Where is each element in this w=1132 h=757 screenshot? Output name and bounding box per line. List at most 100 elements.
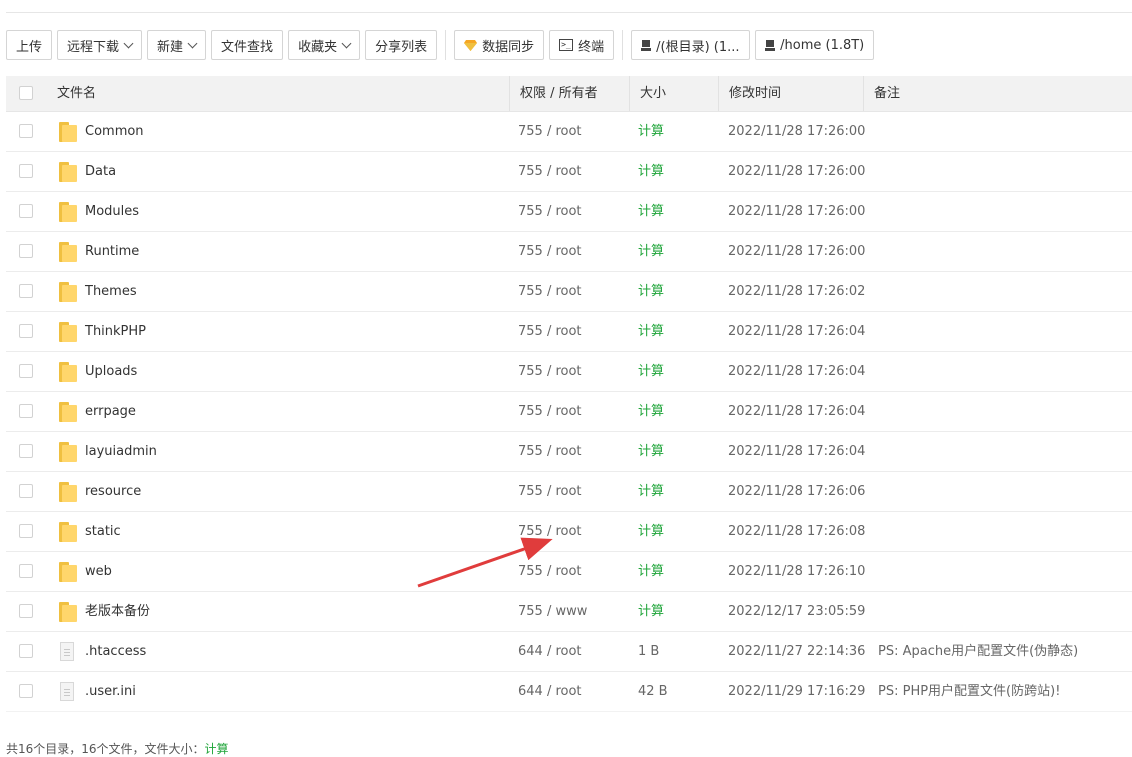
table-row[interactable]: ThinkPHP 755 / root 计算 2022/11/28 17:26:04	[6, 312, 1132, 352]
row-name[interactable]: static	[85, 512, 121, 551]
row-permission[interactable]: 755 / root	[518, 192, 582, 231]
row-permission[interactable]: 755 / root	[518, 432, 582, 471]
share-list-button[interactable]: 分享列表	[365, 30, 438, 60]
row-checkbox[interactable]	[19, 124, 33, 138]
table-row[interactable]: .htaccess 644 / root 1 B 2022/11/27 22:14:3…	[6, 632, 1132, 672]
row-name[interactable]: resource	[85, 472, 141, 511]
row-mtime: 2022/11/28 17:26:06	[728, 484, 866, 499]
table-row[interactable]: layuiadmin 755 / root 计算 2022/11/28 17:26:0…	[6, 432, 1132, 472]
table-row[interactable]: Themes 755 / root 计算 2022/11/28 17:26:02	[6, 272, 1132, 312]
row-permission[interactable]: 755 / root	[518, 472, 582, 511]
row-checkbox[interactable]	[19, 284, 33, 298]
table-row[interactable]: Runtime 755 / root 计算 2022/11/28 17:26:00	[6, 232, 1132, 272]
header-note: 备注	[863, 76, 900, 111]
table-row[interactable]: Data 755 / root 计算 2022/11/28 17:26:00	[6, 152, 1132, 192]
row-name[interactable]: Themes	[85, 272, 137, 311]
row-checkbox[interactable]	[19, 444, 33, 458]
row-checkbox[interactable]	[19, 684, 33, 698]
table-row[interactable]: 老版本备份 755 / www 计算 2022/12/17 23:05:59	[6, 592, 1132, 632]
row-permission[interactable]: 755 / root	[518, 112, 582, 151]
table-row[interactable]: static 755 / root 计算 2022/11/28 17:26:08	[6, 512, 1132, 552]
row-checkbox[interactable]	[19, 164, 33, 178]
row-name[interactable]: Modules	[85, 192, 139, 231]
row-size[interactable]: 计算	[638, 232, 664, 271]
row-size[interactable]: 计算	[638, 272, 664, 311]
row-permission[interactable]: 755 / root	[518, 352, 582, 391]
row-checkbox[interactable]	[19, 564, 33, 578]
row-name[interactable]: .htaccess	[85, 632, 146, 671]
row-permission[interactable]: 755 / root	[518, 272, 582, 311]
row-checkbox[interactable]	[19, 204, 33, 218]
folder-icon	[59, 402, 77, 422]
row-checkbox[interactable]	[19, 404, 33, 418]
header-permission[interactable]: 权限 / 所有者	[509, 76, 598, 111]
select-all-checkbox[interactable]	[19, 86, 33, 100]
top-divider	[6, 12, 1132, 13]
header-mtime[interactable]: 修改时间	[718, 76, 781, 111]
table-row[interactable]: resource 755 / root 计算 2022/11/28 17:26:06	[6, 472, 1132, 512]
row-size[interactable]: 计算	[638, 552, 664, 591]
table-row[interactable]: Modules 755 / root 计算 2022/11/28 17:26:00	[6, 192, 1132, 232]
row-checkbox[interactable]	[19, 604, 33, 618]
header-size[interactable]: 大小	[629, 76, 666, 111]
folder-icon	[59, 122, 77, 142]
disk-home-button[interactable]: /home (1.8T)	[755, 30, 875, 60]
row-permission[interactable]: 755 / root	[518, 312, 582, 351]
table-row[interactable]: Common 755 / root 计算 2022/11/28 17:26:00	[6, 112, 1132, 152]
row-permission[interactable]: 644 / root	[518, 632, 582, 671]
row-name[interactable]: layuiadmin	[85, 432, 157, 471]
row-name[interactable]: Uploads	[85, 352, 137, 391]
row-checkbox[interactable]	[19, 484, 33, 498]
row-permission[interactable]: 755 / root	[518, 152, 582, 191]
row-size[interactable]: 计算	[638, 352, 664, 391]
data-sync-button[interactable]: 数据同步	[454, 30, 545, 60]
row-size[interactable]: 计算	[638, 512, 664, 551]
row-checkbox[interactable]	[19, 244, 33, 258]
row-name[interactable]: errpage	[85, 392, 136, 431]
row-checkbox[interactable]	[19, 364, 33, 378]
upload-button[interactable]: 上传	[6, 30, 53, 60]
row-name[interactable]: ThinkPHP	[85, 312, 146, 351]
row-size[interactable]: 计算	[638, 472, 664, 511]
row-name[interactable]: Runtime	[85, 232, 139, 271]
header-filename[interactable]: 文件名	[57, 76, 96, 111]
chevron-down-icon	[123, 38, 134, 48]
remote-download-button[interactable]: 远程下载	[57, 30, 143, 60]
row-name[interactable]: Data	[85, 152, 116, 191]
row-permission[interactable]: 755 / root	[518, 552, 582, 591]
row-mtime: 2022/11/28 17:26:04	[728, 404, 866, 419]
footer-summary: 共16个目录，16个文件，文件大小：计算	[6, 742, 229, 756]
row-permission[interactable]: 755 / root	[518, 512, 582, 551]
folder-icon	[59, 162, 77, 182]
row-size[interactable]: 计算	[638, 432, 664, 471]
row-checkbox[interactable]	[19, 524, 33, 538]
row-size[interactable]: 计算	[638, 192, 664, 231]
row-name[interactable]: Common	[85, 112, 144, 151]
row-note[interactable]: PS: Apache用户配置文件(伪静态)	[878, 632, 1078, 671]
disk-icon	[641, 39, 652, 51]
row-permission[interactable]: 755 / root	[518, 232, 582, 271]
row-size[interactable]: 计算	[638, 152, 664, 191]
row-size[interactable]: 计算	[638, 112, 664, 151]
row-name[interactable]: web	[85, 552, 112, 591]
table-row[interactable]: web 755 / root 计算 2022/11/28 17:26:10	[6, 552, 1132, 592]
row-permission[interactable]: 755 / www	[518, 592, 587, 631]
row-mtime: 2022/11/27 22:14:36	[728, 644, 866, 659]
footer-calc-link[interactable]: 计算	[205, 742, 229, 756]
table-row[interactable]: Uploads 755 / root 计算 2022/11/28 17:26:04	[6, 352, 1132, 392]
new-button[interactable]: 新建	[147, 30, 207, 60]
file-search-button[interactable]: 文件查找	[211, 30, 284, 60]
terminal-button[interactable]: >_ 终端	[549, 30, 615, 60]
row-checkbox[interactable]	[19, 644, 33, 658]
file-icon	[60, 682, 74, 701]
disk-root-button[interactable]: /(根目录) (1...	[631, 30, 751, 60]
row-checkbox[interactable]	[19, 324, 33, 338]
row-permission[interactable]: 755 / root	[518, 392, 582, 431]
toolbar: 上传 远程下载 新建 文件查找 收藏夹 分享列表 数据同步 >_ 终端 /(根目…	[6, 29, 879, 61]
row-size[interactable]: 计算	[638, 392, 664, 431]
row-name[interactable]: 老版本备份	[85, 592, 150, 631]
row-size[interactable]: 计算	[638, 312, 664, 351]
row-size[interactable]: 计算	[638, 592, 664, 631]
favorites-button[interactable]: 收藏夹	[288, 30, 361, 60]
table-row[interactable]: errpage 755 / root 计算 2022/11/28 17:26:04	[6, 392, 1132, 432]
